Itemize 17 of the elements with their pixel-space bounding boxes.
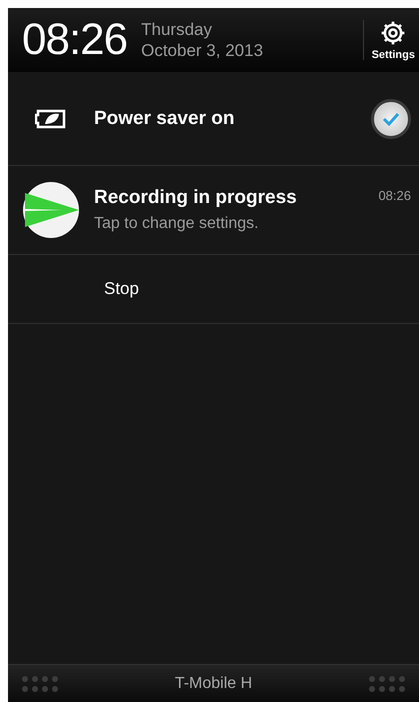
battery-leaf-icon: [35, 108, 67, 128]
power-saver-label: Power saver on: [94, 108, 234, 130]
notification-subtitle: Tap to change settings.: [94, 215, 260, 233]
notification-title: Recording in progress: [94, 187, 298, 209]
clock-time: 08:26: [22, 15, 128, 65]
carrier-name: T-Mobile H: [174, 674, 252, 692]
settings-icon: [380, 20, 406, 46]
date: October 3, 2013: [141, 40, 264, 61]
notification-time: 08:26: [378, 188, 411, 203]
grip-icon: [20, 674, 60, 692]
power-saver-checkbox[interactable]: [371, 98, 411, 138]
stop-button[interactable]: Stop: [104, 275, 139, 303]
grip-icon: [366, 674, 407, 692]
weekday: Thursday: [141, 19, 213, 40]
recorder-app-icon: [22, 181, 80, 239]
check-icon: [382, 112, 400, 126]
settings-button[interactable]: Settings: [364, 20, 419, 60]
